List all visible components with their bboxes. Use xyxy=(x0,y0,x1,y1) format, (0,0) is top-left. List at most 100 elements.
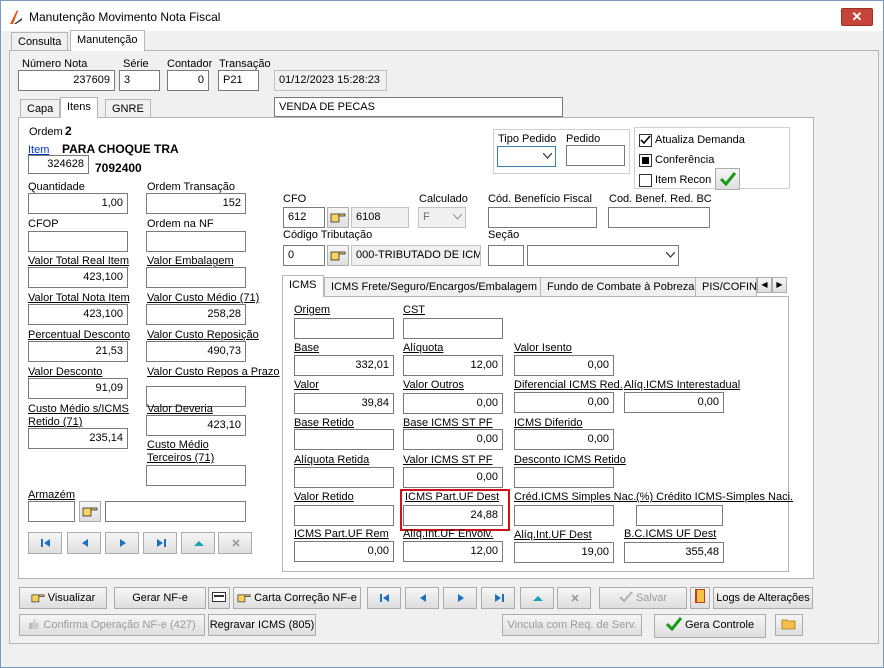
credito-icms-simples-naci-field[interactable] xyxy=(636,505,723,526)
tab-fundo-combate[interactable]: Fundo de Combate à Pobreza xyxy=(540,277,702,296)
tipo-pedido-select[interactable] xyxy=(497,146,556,167)
up-button[interactable] xyxy=(181,532,215,554)
secao-select[interactable] xyxy=(527,245,679,266)
cfo-lookup-button[interactable] xyxy=(327,207,349,228)
card-button[interactable] xyxy=(208,587,230,609)
tab-capa[interactable]: Capa xyxy=(20,99,61,118)
close-button[interactable]: ✕ xyxy=(841,8,873,26)
diferencial-field[interactable]: 0,00 xyxy=(514,392,614,413)
item-code-field[interactable]: 324628 xyxy=(28,155,89,174)
bottom-next-button[interactable] xyxy=(443,587,477,609)
item-recon-checkbox[interactable] xyxy=(639,174,652,187)
salvar-button[interactable]: Salvar xyxy=(599,587,687,609)
origem-field[interactable] xyxy=(294,318,394,339)
atualiza-demanda-checkbox[interactable] xyxy=(639,134,652,147)
tabs-scroll-left-button[interactable]: ◀ xyxy=(757,277,772,293)
aliquota-field[interactable]: 12,00 xyxy=(403,355,503,376)
bottom-prev-button[interactable] xyxy=(405,587,439,609)
desconto-icms-retido-field[interactable] xyxy=(514,467,614,488)
conferencia-checkbox[interactable] xyxy=(639,154,652,167)
cod-benef-red-field[interactable] xyxy=(608,207,710,228)
secao-field[interactable] xyxy=(488,245,524,266)
transacao-field[interactable]: P21 xyxy=(218,70,259,91)
logs-button[interactable]: Logs de Alterações xyxy=(713,587,813,609)
cred-icms-simples-field[interactable] xyxy=(514,505,614,526)
tab-manutencao[interactable]: Manutenção xyxy=(70,30,145,51)
icms-diferido-field[interactable]: 0,00 xyxy=(514,429,614,450)
aliq-interestadual-field[interactable]: 0,00 xyxy=(624,392,724,413)
valor-custo-medio-field[interactable]: 258,28 xyxy=(146,304,246,325)
datetime-field: 01/12/2023 15:28:23 xyxy=(274,70,387,91)
aliquota-retida-field[interactable] xyxy=(294,467,394,488)
cancel-nav-button[interactable] xyxy=(218,532,252,554)
next-record-button[interactable] xyxy=(105,532,139,554)
aliq-int-uf-envolv-field[interactable]: 12,00 xyxy=(403,541,503,562)
prev-record-button[interactable] xyxy=(67,532,101,554)
bottom-cancel-button[interactable] xyxy=(557,587,591,609)
ordem-transacao-field[interactable]: 152 xyxy=(146,193,246,214)
bottom-up-button[interactable] xyxy=(520,587,554,609)
visualizar-button[interactable]: Visualizar xyxy=(19,587,107,609)
regravar-icms-button[interactable]: Regravar ICMS (805) xyxy=(208,614,316,636)
valor-total-real-field[interactable]: 423,100 xyxy=(28,267,128,288)
tab-pis-cofins[interactable]: PIS/COFIN xyxy=(695,277,757,296)
confirma-operacao-button[interactable]: Confirma Operação NF-e (427) xyxy=(19,614,205,636)
bottom-first-button[interactable] xyxy=(367,587,401,609)
custo-medio-terceiros-field[interactable] xyxy=(146,465,246,486)
bc-icms-uf-dest-field[interactable]: 355,48 xyxy=(624,542,724,563)
base-icms-st-pf-field[interactable]: 0,00 xyxy=(403,429,503,450)
tabs-scroll-right-button[interactable]: ▶ xyxy=(772,277,787,293)
valor-isento-field[interactable]: 0,00 xyxy=(514,355,614,376)
open-folder-button[interactable] xyxy=(775,614,803,636)
valor-custo-reposicao-field[interactable]: 490,73 xyxy=(146,341,246,362)
cfo-field[interactable]: 612 xyxy=(283,207,325,228)
valor-icms-st-pf-field[interactable]: 0,00 xyxy=(403,467,503,488)
valor-embalagem-label: Valor Embalagem xyxy=(147,255,234,267)
confirm-check-button[interactable] xyxy=(715,168,740,190)
descricao-field[interactable]: VENDA DE PECAS xyxy=(274,97,563,117)
cst-field[interactable] xyxy=(403,318,503,339)
vincula-button[interactable]: Vincula com Req. de Serv. xyxy=(502,614,642,636)
icms-part-uf-rem-field[interactable]: 0,00 xyxy=(294,541,394,562)
custo-medio-icms-label-1: Custo Médio s/ICMS xyxy=(28,403,129,415)
title-bar: Manutenção Movimento Nota Fiscal ✕ xyxy=(1,1,883,31)
custo-medio-icms-field[interactable]: 235,14 xyxy=(28,428,128,449)
numero-nota-field[interactable]: 237609 xyxy=(18,70,115,91)
cod-beneficio-field[interactable] xyxy=(488,207,597,228)
valor-desconto-field[interactable]: 91,09 xyxy=(28,378,128,399)
codigo-tributacao-field[interactable]: 0 xyxy=(283,245,325,266)
gera-controle-button[interactable]: Gera Controle xyxy=(654,614,766,638)
cfop-field[interactable] xyxy=(28,231,128,252)
exit-door-button[interactable] xyxy=(690,587,710,609)
valor-total-nota-field[interactable]: 423,100 xyxy=(28,304,128,325)
armazem-field[interactable] xyxy=(28,501,75,522)
contador-field[interactable]: 0 xyxy=(167,70,209,91)
base-retido-field[interactable] xyxy=(294,429,394,450)
tab-gnre[interactable]: GNRE xyxy=(105,99,151,118)
serie-field[interactable]: 3 xyxy=(119,70,160,91)
tab-icms-frete[interactable]: ICMS Frete/Seguro/Encargos/Embalagem xyxy=(324,277,545,296)
tab-icms[interactable]: ICMS xyxy=(282,275,324,297)
tab-consulta[interactable]: Consulta xyxy=(11,32,69,51)
carta-correcao-button[interactable]: Carta Correção NF-e xyxy=(233,587,361,609)
armazem-lookup-button[interactable] xyxy=(79,501,101,522)
quantidade-field[interactable]: 1,00 xyxy=(28,193,128,214)
codigo-tributacao-lookup-button[interactable] xyxy=(327,245,349,266)
valor-outros-field[interactable]: 0,00 xyxy=(403,393,503,414)
base-field[interactable]: 332,01 xyxy=(294,355,394,376)
aliq-int-uf-dest-field[interactable]: 19,00 xyxy=(514,542,614,563)
first-record-button[interactable] xyxy=(28,532,62,554)
valor-desconto-label: Valor Desconto xyxy=(28,366,103,378)
valor-embalagem-field[interactable] xyxy=(146,267,246,288)
valor-field[interactable]: 39,84 xyxy=(294,393,394,414)
bottom-last-button[interactable] xyxy=(481,587,515,609)
armazem-desc-field[interactable] xyxy=(105,501,246,522)
valor-deveria-field[interactable]: 423,10 xyxy=(146,415,246,436)
ordem-nf-field[interactable] xyxy=(146,231,246,252)
percentual-desconto-field[interactable]: 21,53 xyxy=(28,341,128,362)
last-record-button[interactable] xyxy=(143,532,177,554)
tab-itens[interactable]: Itens xyxy=(60,97,98,118)
pedido-field[interactable] xyxy=(566,145,625,166)
gerar-nfe-button[interactable]: Gerar NF-e xyxy=(114,587,206,609)
valor-retido-field[interactable] xyxy=(294,505,394,526)
